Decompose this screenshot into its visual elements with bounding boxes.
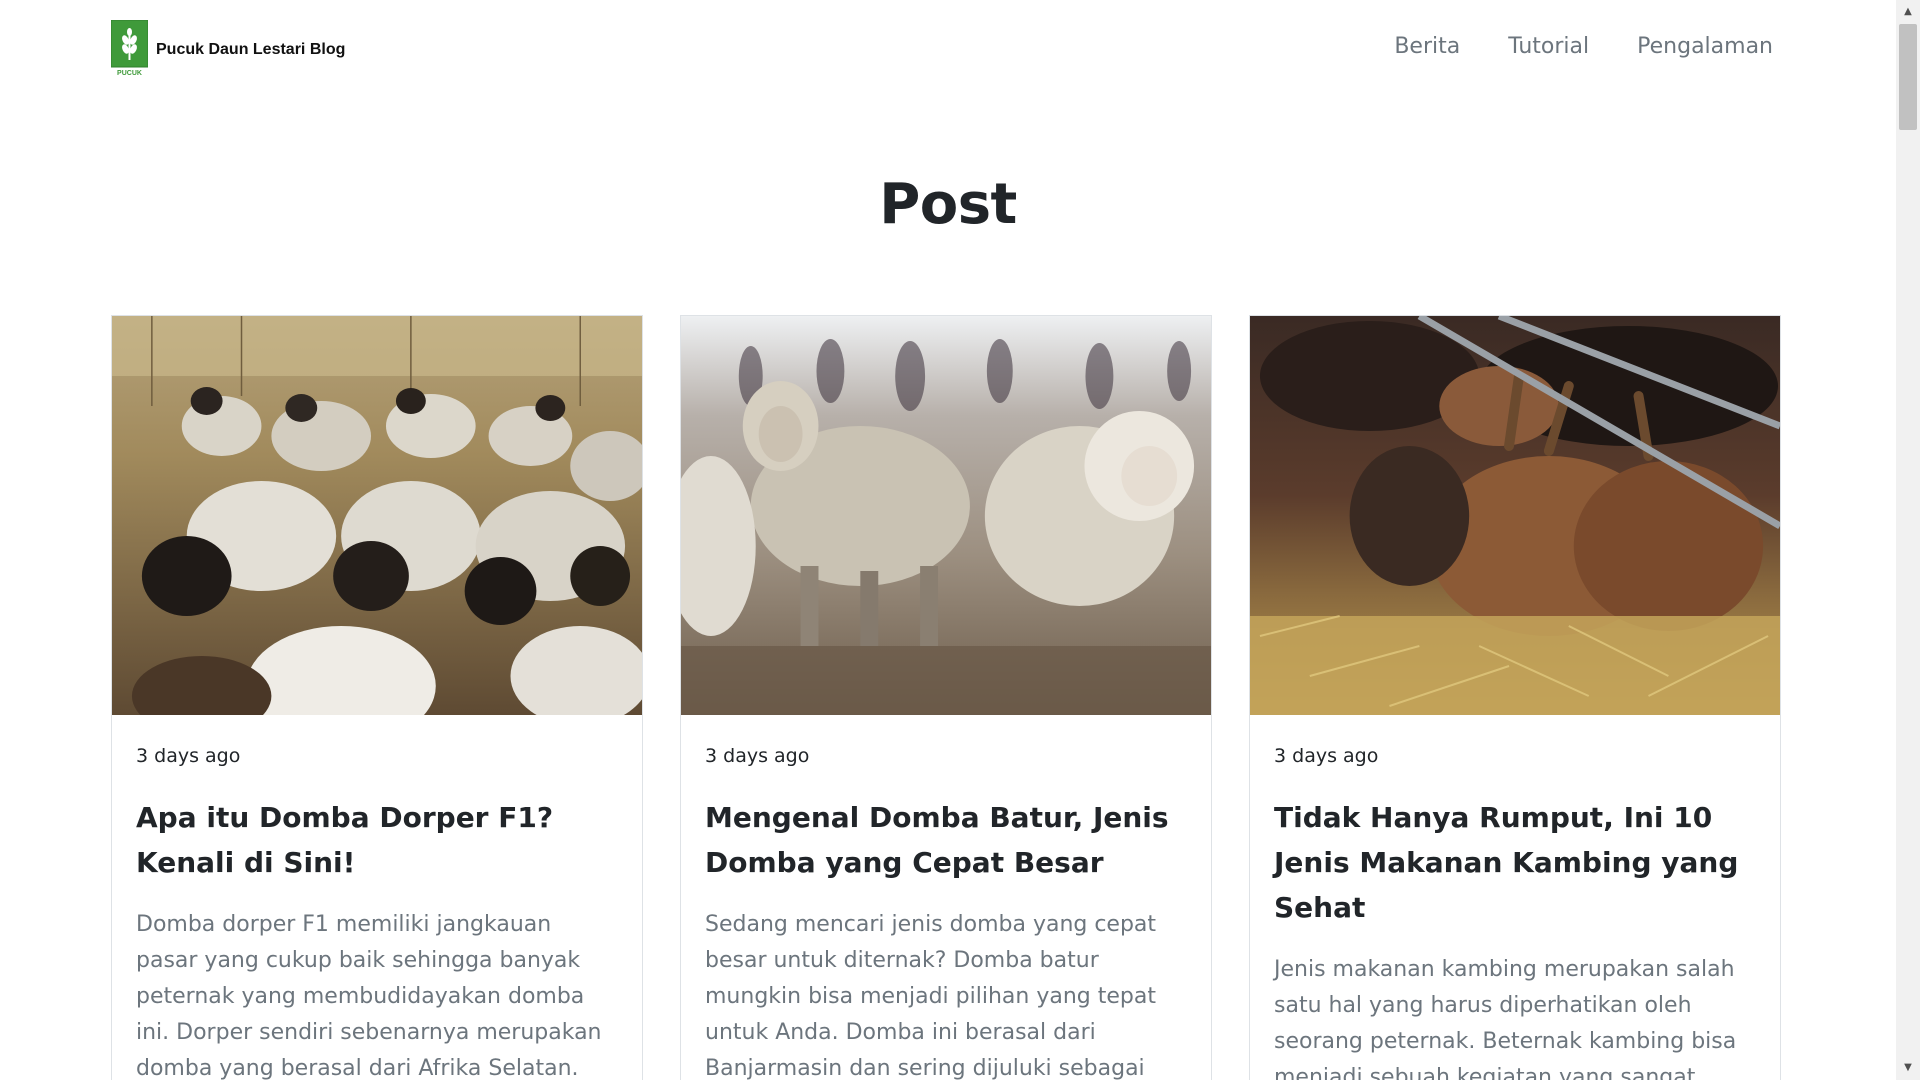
brand-name: Pucuk Daun Lestari Blog <box>156 41 346 58</box>
post-excerpt: Jenis makanan kambing merupakan salah sa… <box>1274 957 1737 1080</box>
scrollbar-thumb[interactable] <box>1899 24 1917 130</box>
post-image-goats-eating-hay[interactable] <box>1250 316 1780 715</box>
nav-link-tutorial[interactable]: Tutorial <box>1508 34 1589 59</box>
post-list: 3 days ago Apa itu Domba Dorper F1? Kena… <box>111 315 1784 1080</box>
nav-link-pengalaman[interactable]: Pengalaman <box>1637 34 1773 59</box>
logo-caption: PUCUK <box>117 70 142 77</box>
scroll-up-arrow-icon[interactable]: ▲ <box>1896 2 1920 22</box>
post-title[interactable]: Mengenal Domba Batur, Jenis Domba yang C… <box>705 795 1187 885</box>
brand-logo-icon: PUCUK <box>110 19 149 80</box>
post-card-dorper[interactable]: 3 days ago Apa itu Domba Dorper F1? Kena… <box>111 315 643 1080</box>
page: PUCUK Pucuk Daun Lestari Blog Berita Tut… <box>0 0 1920 1080</box>
site-header: PUCUK Pucuk Daun Lestari Blog Berita Tut… <box>0 0 1896 104</box>
post-image-sheep-flock[interactable] <box>112 316 642 715</box>
post-date: 3 days ago <box>705 745 810 767</box>
post-card-body: 3 days ago Apa itu Domba Dorper F1? Kena… <box>112 715 642 1080</box>
post-excerpt: Sedang mencari jenis domba yang cepat be… <box>705 912 1157 1080</box>
post-date: 3 days ago <box>1274 745 1379 767</box>
post-card-body: 3 days ago Mengenal Domba Batur, Jenis D… <box>681 715 1211 1080</box>
nav-link-berita[interactable]: Berita <box>1394 34 1460 59</box>
vertical-scrollbar[interactable]: ▲ ▼ <box>1896 0 1920 1080</box>
post-title[interactable]: Apa itu Domba Dorper F1? Kenali di Sini! <box>136 795 618 885</box>
page-title: Post <box>879 172 1017 237</box>
post-card-batur[interactable]: 3 days ago Mengenal Domba Batur, Jenis D… <box>680 315 1212 1080</box>
post-excerpt: Domba dorper F1 memiliki jangkauan pasar… <box>136 912 602 1080</box>
post-card-body: 3 days ago Tidak Hanya Rumput, Ini 10 Je… <box>1250 715 1780 1080</box>
scroll-down-arrow-icon[interactable]: ▼ <box>1896 1058 1920 1078</box>
main-nav: Berita Tutorial Pengalaman <box>1394 34 1773 59</box>
post-image-lambs[interactable] <box>681 316 1211 715</box>
post-card-makanan-kambing[interactable]: 3 days ago Tidak Hanya Rumput, Ini 10 Je… <box>1249 315 1781 1080</box>
brand-link[interactable]: PUCUK Pucuk Daun Lestari Blog <box>110 19 346 80</box>
post-title[interactable]: Tidak Hanya Rumput, Ini 10 Jenis Makanan… <box>1274 795 1756 930</box>
post-date: 3 days ago <box>136 745 241 767</box>
